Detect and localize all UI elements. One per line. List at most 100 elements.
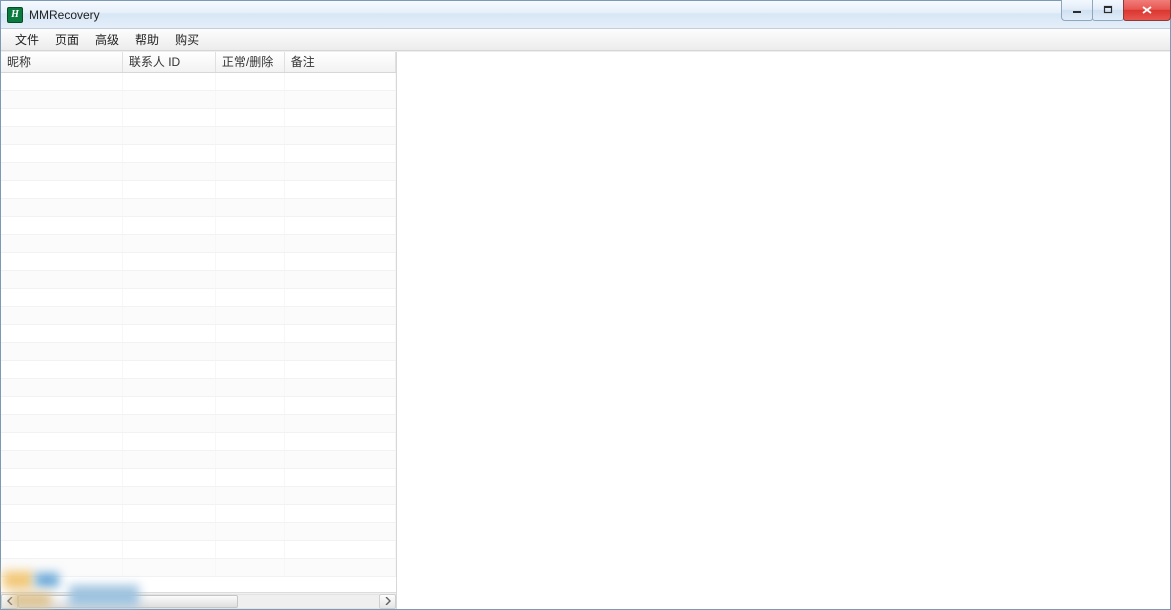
table-cell: [122, 522, 215, 540]
table-row[interactable]: [1, 72, 396, 90]
table-row[interactable]: [1, 216, 396, 234]
scroll-thumb[interactable]: [18, 595, 238, 608]
table-row[interactable]: [1, 198, 396, 216]
table-row[interactable]: [1, 234, 396, 252]
table-cell: [122, 72, 215, 90]
table-cell: [1, 486, 122, 504]
table-cell: [215, 126, 284, 144]
table-cell: [122, 414, 215, 432]
table-cell: [284, 234, 395, 252]
table-cell: [215, 522, 284, 540]
table-cell: [215, 72, 284, 90]
menubar: 文件 页面 高级 帮助 购买: [1, 29, 1170, 51]
table-cell: [284, 396, 395, 414]
menu-page[interactable]: 页面: [47, 29, 87, 50]
table-row[interactable]: [1, 252, 396, 270]
table-cell: [215, 360, 284, 378]
table-cell: [284, 468, 395, 486]
table-row[interactable]: [1, 558, 396, 576]
table-cell: [122, 468, 215, 486]
minimize-button[interactable]: [1061, 0, 1093, 21]
scroll-left-button[interactable]: [1, 594, 18, 609]
table-cell: [284, 72, 395, 90]
table-cell: [1, 180, 122, 198]
table-row[interactable]: [1, 486, 396, 504]
table-cell: [284, 252, 395, 270]
column-header-0[interactable]: 昵称: [1, 52, 122, 72]
menu-file[interactable]: 文件: [7, 29, 47, 50]
table-row[interactable]: [1, 324, 396, 342]
table-cell: [122, 90, 215, 108]
table-row[interactable]: [1, 306, 396, 324]
table-cell: [1, 360, 122, 378]
table-cell: [1, 90, 122, 108]
horizontal-scrollbar[interactable]: [1, 592, 396, 609]
table-cell: [122, 324, 215, 342]
table-row[interactable]: [1, 90, 396, 108]
table-row[interactable]: [1, 432, 396, 450]
table-row[interactable]: [1, 540, 396, 558]
close-button[interactable]: [1123, 0, 1171, 21]
table-cell: [284, 288, 395, 306]
table-row[interactable]: [1, 378, 396, 396]
chevron-left-icon: [7, 597, 13, 605]
table-cell: [122, 180, 215, 198]
table-cell: [1, 144, 122, 162]
table-cell: [284, 414, 395, 432]
scroll-track[interactable]: [18, 594, 379, 609]
scroll-right-button[interactable]: [379, 594, 396, 609]
menu-help[interactable]: 帮助: [127, 29, 167, 50]
table-row[interactable]: [1, 450, 396, 468]
table-cell: [1, 522, 122, 540]
table-cell: [122, 270, 215, 288]
table-cell: [215, 306, 284, 324]
table-cell: [284, 342, 395, 360]
table-row[interactable]: [1, 342, 396, 360]
table-cell: [122, 108, 215, 126]
table-cell: [284, 306, 395, 324]
table-row[interactable]: [1, 108, 396, 126]
table-cell: [284, 180, 395, 198]
table-cell: [122, 252, 215, 270]
table-cell: [215, 90, 284, 108]
titlebar[interactable]: H MMRecovery: [1, 1, 1170, 29]
table-cell: [215, 540, 284, 558]
table-cell: [1, 234, 122, 252]
table-cell: [284, 486, 395, 504]
column-header-3[interactable]: 备注: [284, 52, 395, 72]
table-cell: [215, 234, 284, 252]
table-row[interactable]: [1, 162, 396, 180]
maximize-button[interactable]: [1092, 0, 1124, 21]
table-cell: [215, 414, 284, 432]
table-cell: [122, 144, 215, 162]
menu-advanced[interactable]: 高级: [87, 29, 127, 50]
table-row[interactable]: [1, 180, 396, 198]
table-cell: [215, 342, 284, 360]
table-row[interactable]: [1, 360, 396, 378]
column-header-2[interactable]: 正常/删除: [215, 52, 284, 72]
table-cell: [215, 162, 284, 180]
table-row[interactable]: [1, 414, 396, 432]
table-row[interactable]: [1, 270, 396, 288]
table-cell: [122, 432, 215, 450]
table-row[interactable]: [1, 126, 396, 144]
table-row[interactable]: [1, 468, 396, 486]
table-cell: [284, 504, 395, 522]
table-cell: [122, 360, 215, 378]
table-row[interactable]: [1, 504, 396, 522]
menu-buy[interactable]: 购买: [167, 29, 207, 50]
table-row[interactable]: [1, 396, 396, 414]
column-header-1[interactable]: 联系人 ID: [122, 52, 215, 72]
table-cell: [284, 324, 395, 342]
table-cell: [1, 504, 122, 522]
table-row[interactable]: [1, 522, 396, 540]
table-cell: [122, 306, 215, 324]
app-title: MMRecovery: [29, 8, 100, 22]
table-cell: [122, 378, 215, 396]
table-cell: [122, 486, 215, 504]
table-row[interactable]: [1, 144, 396, 162]
table-cell: [215, 288, 284, 306]
table-cell: [284, 522, 395, 540]
table-row[interactable]: [1, 288, 396, 306]
table-cell: [215, 558, 284, 576]
